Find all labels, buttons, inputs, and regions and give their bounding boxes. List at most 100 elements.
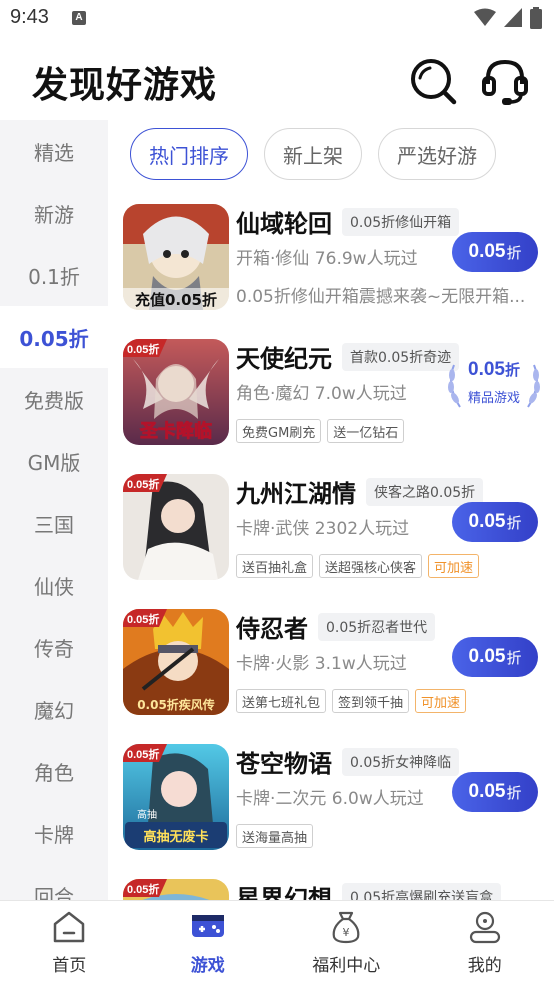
nav-home-label: 首页 [52,956,87,976]
sidebar-item-free[interactable]: 免费版 [0,368,108,430]
tab-new[interactable]: 新上架 [264,128,362,180]
thumbnail-corner-label: 0.05折 [127,342,159,356]
nav-welfare[interactable]: ¥ 福利中心 [277,901,416,984]
page-title: 发现好游戏 [32,65,218,106]
gamepad-icon [191,915,224,937]
price-unit: 折 [506,514,522,532]
game-meta: 卡牌·武侠 2302人玩过 [236,519,410,539]
price-unit: 折 [506,244,522,262]
sidebar-item-jingxuan[interactable]: 精选 [0,120,108,182]
sidebar-item-turn-based[interactable]: 回合 [0,864,108,901]
game-name: 苍空物语 [236,750,332,778]
price-value: 0.05 [468,241,506,262]
list-item[interactable]: 充值0.05折 仙域轮回 0.05折修仙开箱 开箱·修仙 76.9w人玩过 0.… [108,196,554,331]
thumbnail-corner-label: 0.05折 [127,477,159,491]
game-chip: 送超强核心侠客 [319,554,423,578]
user-icon [469,911,500,944]
game-chip: 送第七班礼包 [236,689,327,713]
game-meta: 开箱·修仙 76.9w人玩过 [236,249,418,269]
sidebar-item-gm[interactable]: GM版 [0,430,108,492]
sidebar-item-fantasy[interactable]: 魔幻 [0,678,108,740]
game-thumbnail: 0.05折 [123,879,229,900]
game-chip: 送百抽礼盒 [236,554,314,578]
price-unit: 折 [506,649,522,667]
premium-price-badge[interactable]: 0.05折 精品游戏 [444,355,544,417]
tab-hot[interactable]: 热门排序 [130,128,248,180]
category-sidebar: 精选 新游 0.1折 0.05折 免费版 GM版 三国 仙侠 传奇 魔幻 角色 … [0,120,108,900]
game-tag: 0.05折修仙开箱 [342,208,460,236]
price-button[interactable]: 0.05 折 [452,637,538,677]
game-thumbnail: 0.05折 0.05折疾风传 [123,609,229,715]
game-name: 天使纪元 [236,345,332,373]
sidebar-item-xianxia[interactable]: 仙侠 [0,554,108,616]
sidebar-item-card[interactable]: 卡牌 [0,802,108,864]
bottom-nav: 首页 游戏 ¥ 福利中心 我的 [0,900,554,984]
search-icon [411,59,457,105]
money-bag-icon: ¥ [332,911,360,944]
game-chips: 送第七班礼包 签到领千抽 可加速 [236,689,467,713]
nav-games-label: 游戏 [190,956,225,976]
list-item[interactable]: 0.05折 九州江湖情 侠客之路0.05折 卡牌·武侠 2302人玩过 送百抽礼… [108,466,554,601]
list-item[interactable]: 0.05折 圣卡降临 天使纪元 首款0.05折奇迹 角色·魔幻 7.0w人玩过 … [108,331,554,466]
thumbnail-caption: 0.05折疾风传 [137,697,215,712]
speedup-chip: 可加速 [428,554,480,578]
game-tag: 0.05折女神降临 [342,748,460,776]
game-description: 0.05折修仙开箱震撼来袭~无限开箱... [236,287,526,307]
sidebar-item-three-kingdoms[interactable]: 三国 [0,492,108,554]
status-bar: 9:43 A [0,0,554,36]
game-name: 九州江湖情 [236,480,356,508]
customer-service-button[interactable] [480,56,530,106]
status-icons [474,7,542,29]
thumbnail-corner-label: 0.05折 [127,612,159,626]
sidebar-item-0.1-discount[interactable]: 0.1折 [0,244,108,306]
svg-text:¥: ¥ [343,926,350,939]
game-thumbnail: 0.05折 圣卡降临 [123,339,229,445]
price-value: 0.05 [468,359,505,380]
game-thumbnail: 0.05折 高抽无废卡 高抽 [123,744,229,850]
sidebar-item-legend[interactable]: 传奇 [0,616,108,678]
list-item[interactable]: 0.05折 星界幻想 0.05折高爆刷充送盲盒 [108,871,554,900]
signal-icon [504,8,522,27]
nav-mine-label: 我的 [467,956,502,976]
price-button[interactable]: 0.05 折 [452,232,538,272]
status-time: 9:43 [10,6,49,28]
game-tag: 0.05折高爆刷充送盲盒 [342,883,502,900]
game-list: 充值0.05折 仙域轮回 0.05折修仙开箱 开箱·修仙 76.9w人玩过 0.… [108,196,554,900]
game-meta: 角色·魔幻 7.0w人玩过 [236,384,407,404]
game-meta: 卡牌·火影 3.1w人玩过 [236,654,407,674]
thumbnail-corner-label: 0.05折 [127,747,159,761]
notification-icon: A [72,11,86,25]
thumbnail-caption: 圣卡降临 [139,420,212,442]
sort-tabs: 热门排序 新上架 严选好游 [130,128,496,180]
nav-games[interactable]: 游戏 [139,901,278,984]
nav-welfare-label: 福利中心 [312,956,381,976]
game-name: 星界幻想 [236,885,332,900]
game-chip: 送一亿钻石 [327,419,405,443]
price-unit: 折 [506,784,522,802]
game-chip: 免费GM刷充 [236,419,322,443]
game-thumbnail: 0.05折 [123,474,229,580]
price-unit: 折 [504,362,520,379]
list-item[interactable]: 0.05折 0.05折疾风传 侍忍者 0.05折忍者世代 卡牌·火影 3.1w人… [108,601,554,736]
premium-label: 精品游戏 [467,391,520,406]
price-button[interactable]: 0.05 折 [452,772,538,812]
nav-home[interactable]: 首页 [0,901,139,984]
tab-curated[interactable]: 严选好游 [378,128,496,180]
sidebar-item-0.05-discount[interactable]: 0.05折 [0,306,108,368]
list-item[interactable]: 0.05折 高抽无废卡 高抽 苍空物语 0.05折女神降临 卡牌·二次元 6.0… [108,736,554,871]
game-chips: 送百抽礼盒 送超强核心侠客 可加速 [236,554,480,578]
thumbnail-corner-label: 0.05折 [127,882,159,896]
search-button[interactable] [408,56,458,106]
game-chip: 签到领千抽 [332,689,410,713]
home-icon [54,911,85,943]
price-button[interactable]: 0.05 折 [452,502,538,542]
game-chips: 免费GM刷充 送一亿钻石 [236,419,405,443]
price-value: 0.05 [468,781,506,802]
game-thumbnail: 充值0.05折 [123,204,229,310]
sidebar-item-xinyou[interactable]: 新游 [0,182,108,244]
game-name: 仙域轮回 [236,210,332,238]
nav-mine[interactable]: 我的 [416,901,554,984]
sidebar-item-rpg[interactable]: 角色 [0,740,108,802]
thumbnail-subcaption: 高抽 [137,808,157,821]
headset-icon [482,59,528,105]
